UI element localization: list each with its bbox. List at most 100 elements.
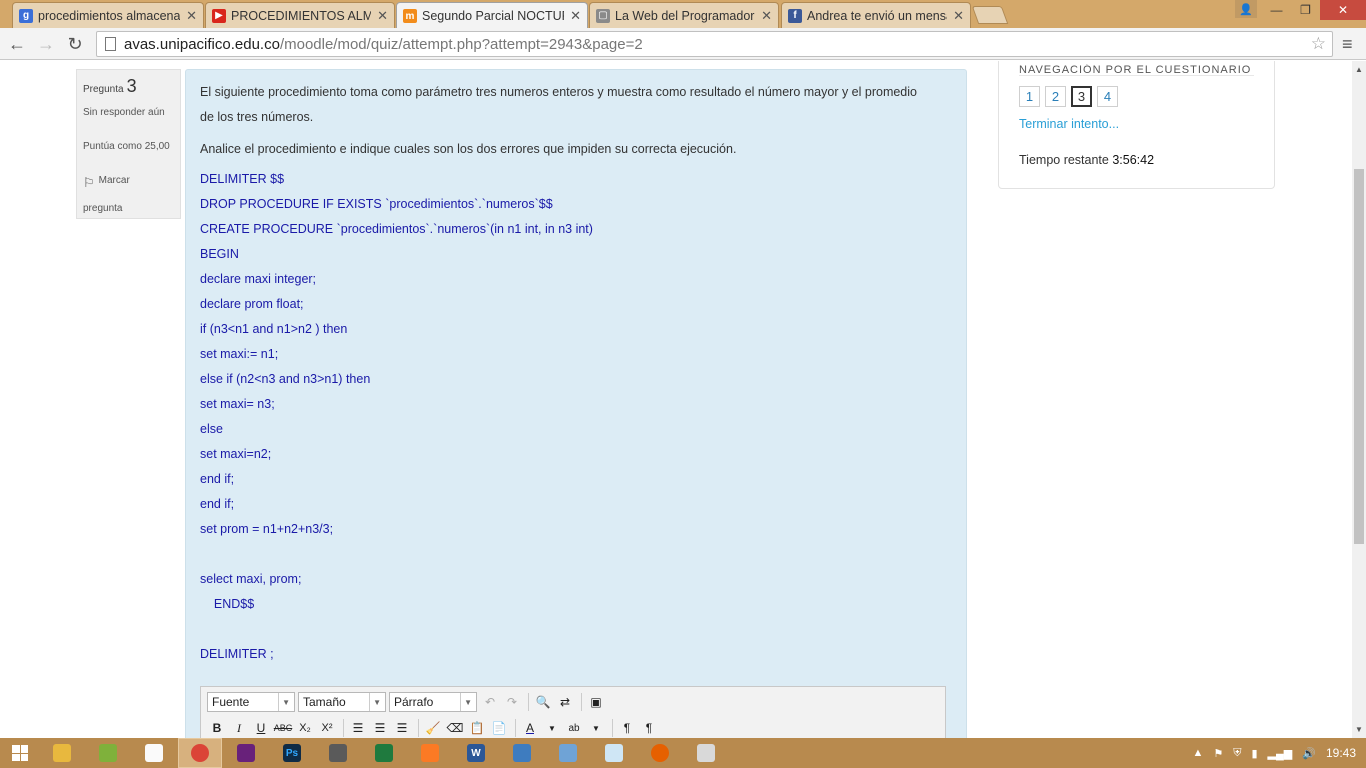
signal-icon[interactable]: ▂▄▆ <box>1268 747 1293 760</box>
taskbar-chrome[interactable] <box>178 738 222 768</box>
chevron-down-icon: ▼ <box>369 693 381 711</box>
ltr-icon[interactable]: ¶ <box>617 718 637 738</box>
window-close-icon[interactable]: ✕ <box>1320 0 1366 20</box>
code-line: declare maxi integer; <box>200 272 317 286</box>
paste-word-icon[interactable]: 📄 <box>489 718 509 738</box>
tab-moodle-quiz[interactable]: m Segundo Parcial NOCTUR ✕ <box>396 2 588 29</box>
clean-format-icon[interactable]: 🧹 <box>423 718 443 738</box>
find-icon[interactable]: 🔍 <box>533 692 553 712</box>
clock[interactable]: 19:43 <box>1326 746 1356 760</box>
close-icon[interactable]: ✕ <box>953 8 964 24</box>
flag-question-toggle[interactable]: ⚐ Marcar <box>83 175 174 191</box>
text-color-icon[interactable]: A <box>520 718 540 738</box>
undo-icon[interactable]: ↶ <box>480 692 500 712</box>
underline-button[interactable]: U <box>251 718 271 738</box>
code-line: DELIMITER $$ <box>200 172 285 186</box>
code-block: DELIMITER $$ DROP PROCEDURE IF EXISTS `p… <box>200 167 952 667</box>
tab-web-programador[interactable]: ▢ La Web del Programador ✕ <box>589 2 779 28</box>
restore-icon[interactable]: ❐ <box>1291 0 1320 20</box>
question-link-3[interactable]: 3 <box>1071 86 1092 107</box>
tab-facebook[interactable]: f Andrea te envió un mensa ✕ <box>781 2 971 28</box>
taskbar-app-window[interactable] <box>316 738 360 768</box>
code-line: end if; <box>200 472 235 486</box>
tab-google-search[interactable]: g procedimientos almacena ✕ <box>12 2 204 28</box>
scroll-down-icon[interactable]: ▼ <box>1355 725 1363 734</box>
firefox-icon <box>651 744 669 762</box>
taskbar-paint[interactable] <box>684 738 728 768</box>
taskbar-explorer[interactable] <box>40 738 84 768</box>
user-profile-icon[interactable]: 👤 <box>1235 0 1257 18</box>
minimize-icon[interactable]: — <box>1262 0 1291 20</box>
facebook-icon: f <box>788 8 802 23</box>
new-tab-button[interactable] <box>971 6 1009 24</box>
format-select[interactable]: Párrafo ▼ <box>389 692 477 712</box>
taskbar-notes[interactable] <box>592 738 636 768</box>
scrollbar-thumb[interactable] <box>1354 169 1364 544</box>
address-bar[interactable]: avas.unipacifico.edu.co /moodle/mod/quiz… <box>96 31 1333 57</box>
align-center-icon[interactable]: ☰ <box>370 718 390 738</box>
font-select[interactable]: Fuente ▼ <box>207 692 295 712</box>
taskbar-network[interactable] <box>500 738 544 768</box>
close-icon[interactable]: ✕ <box>761 8 772 24</box>
taskbar-firefox[interactable] <box>638 738 682 768</box>
rtl-icon[interactable]: ¶ <box>639 718 659 738</box>
bookmark-star-icon[interactable]: ☆ <box>1311 34 1326 54</box>
browser-tab-bar: g procedimientos almacena ✕ ▶ PROCEDIMIE… <box>0 0 1366 29</box>
strikethrough-button[interactable]: ABC <box>273 718 293 738</box>
chevron-down-icon[interactable]: ▼ <box>542 718 562 738</box>
fullscreen-icon[interactable]: ▣ <box>586 692 606 712</box>
question-link-4[interactable]: 4 <box>1097 86 1118 107</box>
taskbar-notepad[interactable] <box>132 738 176 768</box>
flag-icon[interactable]: ⚑ <box>1213 747 1223 760</box>
redo-icon[interactable]: ↷ <box>502 692 522 712</box>
page-content: Pregunta 3 Sin responder aún Puntúa como … <box>0 61 1352 738</box>
size-select[interactable]: Tamaño ▼ <box>298 692 386 712</box>
reload-icon[interactable]: ↻ <box>63 32 87 56</box>
question-info-panel: Pregunta 3 Sin responder aún Puntúa como … <box>76 69 181 219</box>
excel-icon <box>375 744 393 762</box>
taskbar-photoshop[interactable]: Ps <box>270 738 314 768</box>
finish-attempt-link[interactable]: Terminar intento... <box>1019 117 1254 131</box>
tab-youtube[interactable]: ▶ PROCEDIMIENTOS ALMAC ✕ <box>205 2 395 28</box>
taskbar-xampp[interactable] <box>408 738 452 768</box>
question-link-2[interactable]: 2 <box>1045 86 1066 107</box>
superscript-button[interactable]: X² <box>317 718 337 738</box>
page-scrollbar[interactable]: ▲ ▼ <box>1352 61 1366 738</box>
code-line: set maxi= n3; <box>200 397 275 411</box>
battery-icon[interactable]: ▮ <box>1251 747 1257 760</box>
eraser-icon[interactable]: ⌫ <box>445 718 465 738</box>
chevron-down-icon[interactable]: ▼ <box>586 718 606 738</box>
align-right-icon[interactable]: ☰ <box>392 718 412 738</box>
start-button[interactable] <box>0 738 40 768</box>
subscript-button[interactable]: X₂ <box>295 718 315 738</box>
tab-label: Andrea te envió un mensa <box>807 8 948 23</box>
close-icon[interactable]: ✕ <box>570 8 581 24</box>
taskbar-word[interactable]: W <box>454 738 498 768</box>
question-link-1[interactable]: 1 <box>1019 86 1040 107</box>
menu-icon[interactable]: ≡ <box>1342 35 1358 53</box>
close-icon[interactable]: ✕ <box>186 8 197 24</box>
back-arrow-icon[interactable]: ← <box>5 32 29 56</box>
toolbar-divider <box>515 719 516 737</box>
security-icon[interactable]: ⛨ <box>1233 747 1241 760</box>
close-icon[interactable]: ✕ <box>377 8 388 24</box>
forward-arrow-icon[interactable]: → <box>34 32 58 56</box>
file-icon <box>145 744 163 762</box>
replace-icon[interactable]: ⇄ <box>555 692 575 712</box>
italic-button[interactable]: I <box>229 718 249 738</box>
paste-text-icon[interactable]: 📋 <box>467 718 487 738</box>
align-left-icon[interactable]: ☰ <box>348 718 368 738</box>
tray-expand-icon[interactable]: ▲ <box>1192 747 1203 759</box>
toolbar-divider <box>418 719 419 737</box>
taskbar-excel[interactable] <box>362 738 406 768</box>
bold-button[interactable]: B <box>207 718 227 738</box>
taskbar-android[interactable] <box>86 738 130 768</box>
volume-icon[interactable]: 🔊 <box>1302 747 1316 760</box>
taskbar-visual-studio[interactable] <box>224 738 268 768</box>
scroll-up-icon[interactable]: ▲ <box>1355 65 1363 74</box>
time-remaining: Tiempo restante 3:56:42 <box>1019 153 1155 167</box>
highlight-color-icon[interactable]: ab <box>564 718 584 738</box>
quiz-navigation-title: NAVEGACIÓN POR EL CUESTIONARIO <box>1019 64 1254 76</box>
taskbar-remote[interactable] <box>546 738 590 768</box>
